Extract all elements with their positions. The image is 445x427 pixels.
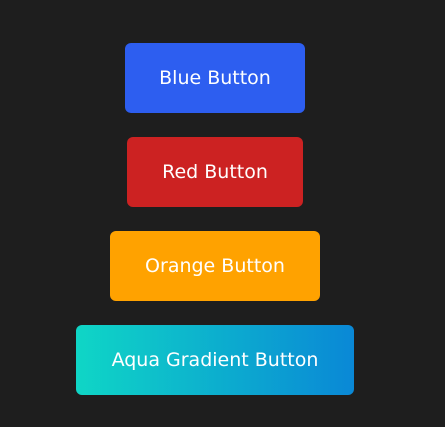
button-stack: Blue Button Red Button Orange Button Aqu… — [0, 0, 445, 427]
orange-button[interactable]: Orange Button — [110, 231, 320, 301]
red-button[interactable]: Red Button — [127, 137, 303, 207]
aqua-gradient-button[interactable]: Aqua Gradient Button — [76, 325, 354, 395]
blue-button[interactable]: Blue Button — [125, 43, 305, 113]
